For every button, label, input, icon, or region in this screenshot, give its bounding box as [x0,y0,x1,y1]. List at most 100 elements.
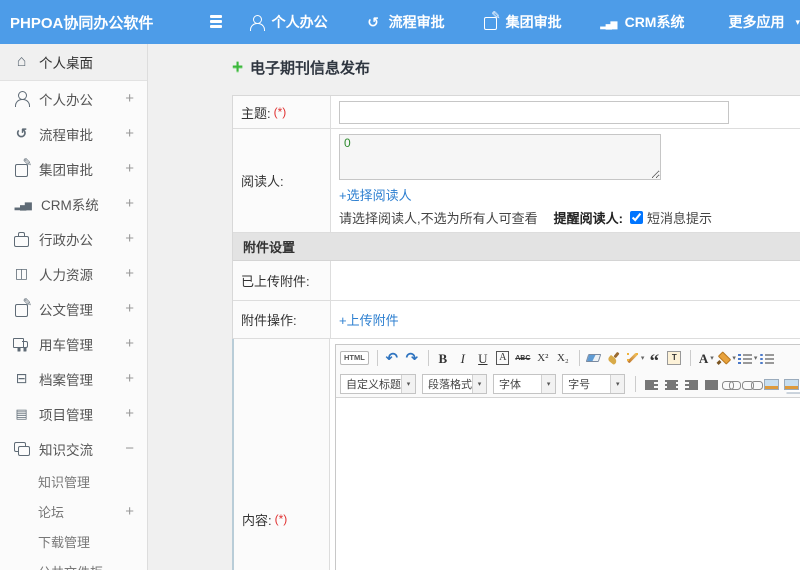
expand-toggle[interactable]: − [125,440,134,457]
expand-toggle[interactable]: + [125,265,134,282]
sidebar-subitem-download-mgmt[interactable]: 下载管理 [0,526,147,556]
sidebar-item-personal-office[interactable]: 个人办公 + [0,81,147,116]
choose-readers-link[interactable]: +选择阅读人 [339,185,800,204]
expand-toggle[interactable]: + [125,503,134,520]
nav-item-process-approval[interactable]: 流程审批 [365,12,456,32]
nav-item-personal-office[interactable]: 个人办公 [248,12,339,32]
italic-button[interactable]: I [455,348,473,368]
expand-toggle[interactable]: + [125,125,134,142]
editor-content-area[interactable] [336,397,800,570]
html-source-button[interactable]: HTML [340,348,371,368]
uploaded-attachments-value [331,261,800,300]
sidebar-item-group-approval[interactable]: 集团审批 + [0,151,147,186]
sidebar-item-archive-mgmt[interactable]: 档案管理 + [0,361,147,396]
document-icon [13,298,32,317]
sidebar-item-document-mgmt[interactable]: 公文管理 + [0,291,147,326]
required-asterisk: (*) [274,512,288,526]
chevron-down-icon: ▾ [795,16,800,27]
insert-image-button[interactable] [762,374,780,394]
attachment-ops-row: 附件操作: +上传附件 [233,301,800,339]
sidebar-subitem-public-cabinet[interactable]: 公共文件柜 [0,556,147,570]
archive-icon [13,371,30,386]
unlink-button[interactable] [742,374,764,394]
highlight-color-button[interactable]: ▾ [717,348,736,368]
attachment-ops-label: 附件操作: [233,301,331,338]
sidebar-item-personal-desktop[interactable]: 个人桌面 [0,44,147,81]
expand-toggle[interactable]: + [125,370,134,387]
top-nav: 个人办公 流程审批 集团审批 CRM系统 [248,11,800,32]
sidebar-item-process-approval[interactable]: 流程审批 + [0,116,147,151]
chevron-down-icon: ▾ [640,355,645,362]
expand-toggle[interactable]: + [125,405,134,422]
bold-button[interactable]: B [435,348,453,368]
superscript-button[interactable]: X² [535,348,553,368]
sms-notify-label: 短消息提示 [646,211,712,226]
upload-attachment-link[interactable]: +上传附件 [339,310,399,329]
chat-icon [13,441,30,456]
align-right-button[interactable] [682,374,700,394]
undo-button[interactable]: ↶ [384,348,402,368]
expand-toggle[interactable]: + [125,160,134,177]
app-window: PHPOA协同办公软件 个人办公 流程审批 集团审批 [0,0,800,570]
strikethrough-button[interactable]: ABC [515,348,533,368]
sidebar-subitem-forum[interactable]: 论坛 + [0,496,147,526]
subscript-button[interactable]: X₂ [555,348,573,368]
font-family-select[interactable]: 字体 [493,374,557,394]
sidebar-item-vehicle-mgmt[interactable]: 用车管理 + [0,326,147,361]
sms-notify-checkbox[interactable] [629,211,643,224]
align-center-button[interactable] [662,374,680,394]
rich-text-editor: HTML ↶ ↷ B I U A ABC X² X₂ ▾ “ T A ▾ ▾ ▾… [335,344,800,570]
eraser-button[interactable] [586,348,604,368]
nav-item-more-apps[interactable]: 更多应用 ▾ [721,12,800,32]
briefcase-icon [13,231,30,247]
app-title: PHPOA协同办公软件 [10,14,154,32]
expand-toggle[interactable]: + [125,195,134,212]
main-content: 电子期刊信息发布 主题: (*) 阅读人: 0 +选择阅读人 [149,44,800,570]
nav-item-crm[interactable]: CRM系统 [599,12,696,32]
sidebar-item-hr[interactable]: 人力资源 + [0,256,147,291]
readers-label: 阅读人: [233,129,331,232]
font-style-button[interactable]: A [495,348,513,368]
content-label: 内容: (*) [232,339,330,570]
toolbar-separator[interactable] [635,376,637,392]
sidebar-item-knowledge[interactable]: 知识交流 − [0,431,147,466]
redo-button[interactable]: ↷ [404,348,422,368]
align-left-button[interactable] [642,374,660,394]
readers-textarea[interactable]: 0 [339,134,661,180]
expand-toggle[interactable]: + [125,90,134,107]
sidebar-item-crm[interactable]: CRM系统 + [0,186,147,221]
toolbar-separator[interactable] [690,350,692,366]
sidebar-item-admin-office[interactable]: 行政办公 + [0,221,147,256]
link-button[interactable] [722,374,742,394]
remind-readers-label: 提醒阅读人: [553,211,623,226]
sidebar-item-project-mgmt[interactable]: 项目管理 + [0,396,147,431]
select-caret-icon [401,375,415,393]
custom-heading-select[interactable]: 自定义标题 [340,374,416,394]
paint-format-button[interactable]: ▾ [626,348,645,368]
nav-item-group-approval[interactable]: 集团审批 [482,11,573,32]
readers-row: 阅读人: 0 +选择阅读人 请选择阅读人,不选为所有人可查看 提醒阅读人: 短消… [233,129,800,233]
toolbar-separator[interactable] [427,350,429,366]
toolbar-separator[interactable] [376,350,378,366]
multi-image-button[interactable] [782,374,800,394]
paste-text-button[interactable]: T [666,348,684,368]
expand-toggle[interactable]: + [125,300,134,317]
hamburger-menu-icon[interactable] [208,14,224,30]
font-color-button[interactable]: A ▾ [697,348,715,368]
blockquote-button[interactable]: “ [646,348,664,371]
align-justify-button[interactable] [702,374,720,394]
attachments-section-header: 附件设置 [233,233,800,261]
paragraph-format-select[interactable]: 段落格式 [422,374,487,394]
toolbar-separator[interactable] [578,350,580,366]
ordered-list-button[interactable]: ▾ [737,348,757,368]
expand-toggle[interactable]: + [125,335,134,352]
subject-input[interactable] [339,100,729,124]
expand-toggle[interactable]: + [125,230,134,247]
font-size-select[interactable]: 字号 [562,374,626,394]
underline-button[interactable]: U [475,348,493,368]
unordered-list-button[interactable] [759,348,777,368]
sidebar-subitem-knowledge-mgmt[interactable]: 知识管理 [0,466,147,496]
uploaded-attachments-label: 已上传附件: [233,261,331,300]
add-plus-icon [232,57,247,79]
clean-format-button[interactable] [606,348,624,368]
